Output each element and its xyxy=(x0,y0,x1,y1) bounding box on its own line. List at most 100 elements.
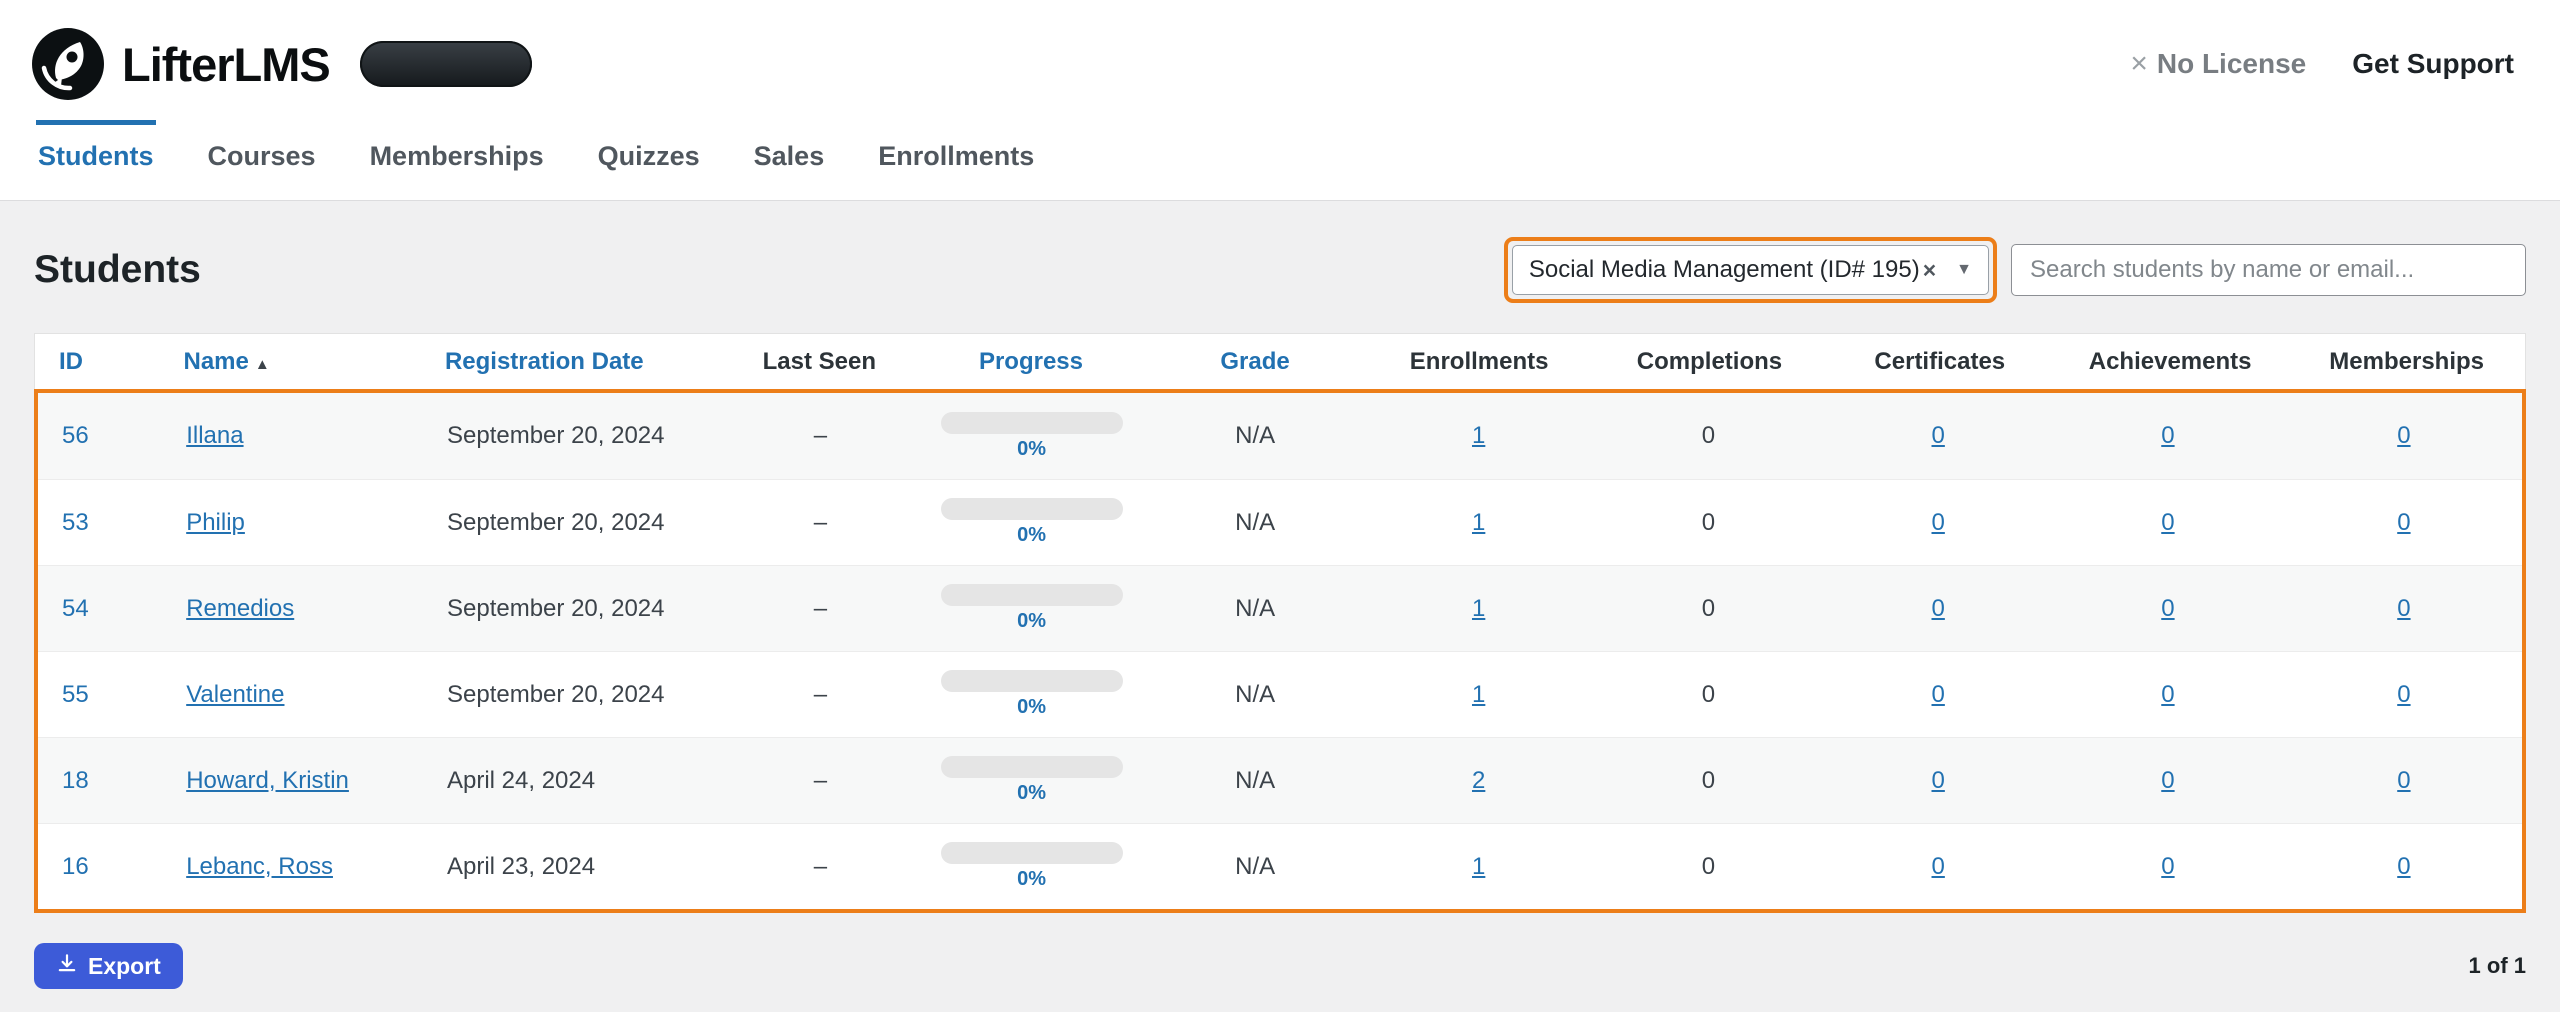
registration-date: September 20, 2024 xyxy=(447,509,665,536)
column-header: Last Seen xyxy=(720,348,919,376)
tab-memberships[interactable]: Memberships xyxy=(368,120,546,200)
table-header-row: IDName▲Registration DateLast SeenProgres… xyxy=(35,334,2525,390)
achievements-link[interactable]: 0 xyxy=(2161,767,2174,794)
last-seen: – xyxy=(814,681,827,708)
memberships-link[interactable]: 0 xyxy=(2397,595,2410,622)
completions-count: 0 xyxy=(1702,509,1715,536)
progress-cell: 0% xyxy=(920,842,1144,891)
completions-count: 0 xyxy=(1702,595,1715,622)
column-header[interactable]: Progress xyxy=(919,348,1143,376)
certificates-link[interactable]: 0 xyxy=(1932,853,1945,880)
table-row: 53 Philip September 20, 2024 – 0% N/A 1 … xyxy=(38,479,2522,565)
remove-filter-icon[interactable]: × xyxy=(1923,257,1936,284)
table-row: 54 Remedios September 20, 2024 – 0% N/A … xyxy=(38,565,2522,651)
brand-title: LifterLMS xyxy=(122,37,330,92)
page-title: Students xyxy=(34,248,1504,292)
sort-asc-icon: ▲ xyxy=(255,356,270,373)
registration-date: April 24, 2024 xyxy=(447,767,595,794)
tab-sales[interactable]: Sales xyxy=(752,120,827,200)
certificates-link[interactable]: 0 xyxy=(1932,509,1945,536)
grade: N/A xyxy=(1235,853,1275,880)
student-name-link[interactable]: Remedios xyxy=(186,595,294,622)
progress-bar xyxy=(941,412,1123,434)
table-body: 56 Illana September 20, 2024 – 0% N/A 1 … xyxy=(34,389,2526,913)
student-id-link[interactable]: 16 xyxy=(62,853,89,880)
achievements-link[interactable]: 0 xyxy=(2161,422,2174,449)
last-seen: – xyxy=(814,509,827,536)
achievements-link[interactable]: 0 xyxy=(2161,509,2174,536)
registration-date: September 20, 2024 xyxy=(447,681,665,708)
students-table: IDName▲Registration DateLast SeenProgres… xyxy=(34,333,2526,913)
completions-count: 0 xyxy=(1702,767,1715,794)
student-id-link[interactable]: 56 xyxy=(62,422,89,449)
course-filter-highlight: Social Media Management (ID# 195) × ▼ xyxy=(1504,237,1997,303)
pagination-label: 1 of 1 xyxy=(2469,953,2526,979)
student-name-link[interactable]: Philip xyxy=(186,509,245,536)
achievements-link[interactable]: 0 xyxy=(2161,853,2174,880)
student-id-link[interactable]: 53 xyxy=(62,509,89,536)
memberships-link[interactable]: 0 xyxy=(2397,422,2410,449)
student-id-link[interactable]: 55 xyxy=(62,681,89,708)
memberships-link[interactable]: 0 xyxy=(2397,767,2410,794)
achievements-link[interactable]: 0 xyxy=(2161,681,2174,708)
enrollments-link[interactable]: 2 xyxy=(1472,767,1485,794)
memberships-link[interactable]: 0 xyxy=(2397,853,2410,880)
enrollments-link[interactable]: 1 xyxy=(1472,681,1485,708)
dismiss-license-icon[interactable]: × xyxy=(2130,49,2148,79)
enrollments-link[interactable]: 1 xyxy=(1472,595,1485,622)
certificates-link[interactable]: 0 xyxy=(1932,422,1945,449)
tab-quizzes[interactable]: Quizzes xyxy=(596,120,702,200)
student-name-link[interactable]: Valentine xyxy=(186,681,284,708)
achievements-link[interactable]: 0 xyxy=(2161,595,2174,622)
report-nav: Students Courses Memberships Quizzes Sal… xyxy=(0,120,2560,200)
progress-bar xyxy=(941,756,1123,778)
certificates-link[interactable]: 0 xyxy=(1932,595,1945,622)
admin-header: LifterLMS × No License Get Support Stude… xyxy=(0,0,2560,201)
progress-bar xyxy=(941,498,1123,520)
grade: N/A xyxy=(1235,509,1275,536)
last-seen: – xyxy=(814,422,827,449)
completions-count: 0 xyxy=(1702,681,1715,708)
certificates-link[interactable]: 0 xyxy=(1932,767,1945,794)
student-id-link[interactable]: 18 xyxy=(62,767,89,794)
memberships-link[interactable]: 0 xyxy=(2397,681,2410,708)
student-name-link[interactable]: Howard, Kristin xyxy=(186,767,349,794)
table-footer: Export 1 of 1 xyxy=(34,943,2526,989)
download-icon xyxy=(56,952,78,980)
table-row: 56 Illana September 20, 2024 – 0% N/A 1 … xyxy=(38,393,2522,479)
progress-bar xyxy=(941,842,1123,864)
student-id-link[interactable]: 54 xyxy=(62,595,89,622)
registration-date: April 23, 2024 xyxy=(447,853,595,880)
progress-label: 0% xyxy=(1017,610,1046,633)
progress-cell: 0% xyxy=(920,584,1144,633)
enrollments-link[interactable]: 1 xyxy=(1472,853,1485,880)
certificates-link[interactable]: 0 xyxy=(1932,681,1945,708)
student-name-link[interactable]: Illana xyxy=(186,422,243,449)
enrollments-link[interactable]: 1 xyxy=(1472,422,1485,449)
registration-date: September 20, 2024 xyxy=(447,422,665,449)
grade: N/A xyxy=(1235,595,1275,622)
progress-bar xyxy=(941,584,1123,606)
student-name-link[interactable]: Lebanc, Ross xyxy=(186,853,333,880)
column-header[interactable]: Grade xyxy=(1143,348,1367,376)
chevron-down-icon: ▼ xyxy=(1956,261,1972,279)
search-input[interactable] xyxy=(2011,244,2526,296)
license-status-label: No License xyxy=(2157,48,2306,80)
export-button[interactable]: Export xyxy=(34,943,183,989)
grade: N/A xyxy=(1235,681,1275,708)
column-header[interactable]: Name▲ xyxy=(160,348,421,376)
column-header[interactable]: ID xyxy=(35,348,160,376)
lifterlms-logo-icon xyxy=(30,26,106,102)
tab-students[interactable]: Students xyxy=(36,120,156,200)
memberships-link[interactable]: 0 xyxy=(2397,509,2410,536)
progress-label: 0% xyxy=(1017,782,1046,805)
column-header[interactable]: Registration Date xyxy=(421,348,720,376)
tab-enrollments[interactable]: Enrollments xyxy=(876,120,1036,200)
course-filter-select[interactable]: Social Media Management (ID# 195) × ▼ xyxy=(1512,245,1989,295)
tab-courses[interactable]: Courses xyxy=(206,120,318,200)
progress-label: 0% xyxy=(1017,696,1046,719)
column-header: Completions xyxy=(1591,348,1828,376)
enrollments-link[interactable]: 1 xyxy=(1472,509,1485,536)
progress-label: 0% xyxy=(1017,524,1046,547)
get-support-link[interactable]: Get Support xyxy=(2352,48,2514,80)
